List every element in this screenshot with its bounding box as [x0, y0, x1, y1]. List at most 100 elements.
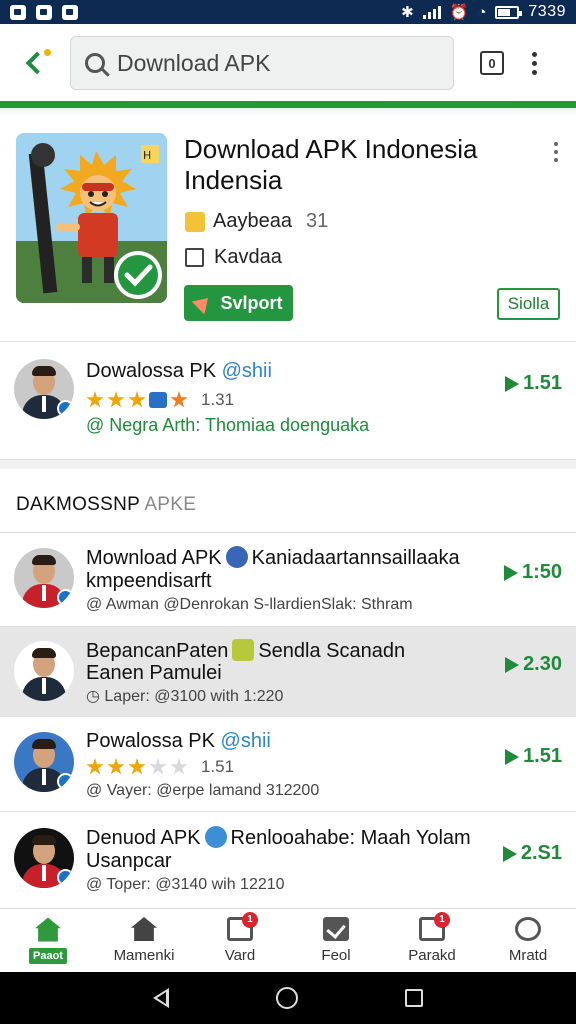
item-title-row: BepancanPaten Sendla Scanadn: [86, 639, 405, 663]
nav-label: Paaot: [29, 947, 67, 964]
item-subtitle: @ Toper: @3140 wih 12210: [86, 876, 285, 893]
featured-card[interactable]: H Download APK Indonesia Indensia Aaybea…: [0, 116, 576, 342]
nav-label: Vard: [224, 947, 256, 964]
nav-item-card[interactable]: 1 Vard: [192, 909, 288, 972]
support-button-label: Svlport: [220, 292, 283, 313]
nav-label: Parakd: [408, 947, 456, 964]
signal-icon: [422, 5, 441, 19]
item-subtitle: @ Negra Arth: Thomiaa doenguaka: [86, 415, 370, 435]
search-input[interactable]: [117, 49, 417, 77]
star-icon: [86, 391, 104, 408]
item-title-row: Denuod APK Renlooahabe: Maah Yolam: [86, 826, 471, 850]
notification-icon: [36, 4, 52, 20]
price-badge[interactable]: 2.30: [505, 653, 562, 676]
item-title-line2: Usanpcar: [86, 850, 172, 872]
featured-title[interactable]: Download APK Indonesia Indensia: [184, 134, 524, 196]
notification-badge: 1: [242, 912, 258, 928]
star-icon: [128, 758, 146, 775]
verified-icon: [57, 773, 74, 790]
status-time: 7339: [528, 3, 566, 20]
wifi-icon: ◔: [477, 3, 487, 21]
nav-item-market[interactable]: Mamenki: [96, 909, 192, 972]
recent-apps-icon[interactable]: [404, 989, 423, 1007]
home-icon: [131, 917, 157, 941]
item-title-line2: kmpeendisarft: [86, 570, 212, 592]
rating-value: 1.31: [201, 390, 235, 409]
price-badge[interactable]: 1:50: [503, 561, 562, 584]
avatar-icon: [225, 546, 248, 568]
price-value: 1.51: [523, 745, 562, 767]
section-title-main: DAKMOSSNP: [16, 494, 140, 515]
featured-checkbox-row[interactable]: Kavdaa: [185, 246, 282, 269]
card-icon: 1: [419, 912, 450, 941]
notification-icon: [10, 4, 26, 20]
secondary-button[interactable]: Siolla: [497, 288, 560, 320]
nav-item-search[interactable]: Mratd: [480, 909, 576, 972]
star-icon: [107, 391, 125, 408]
home-icon: [35, 917, 61, 942]
overflow-menu-button[interactable]: [532, 51, 537, 75]
avatar: [14, 641, 74, 701]
search-bar[interactable]: [70, 36, 454, 90]
list-item[interactable]: Mownload APK Kaniadaartannsaillaaka kmpee…: [0, 533, 576, 627]
item-title: Mownload APK: [86, 547, 222, 569]
clock-icon: ◷: [86, 688, 105, 705]
arrow-icon: [505, 748, 520, 765]
support-button[interactable]: Svlport: [184, 285, 293, 321]
avatar: [14, 548, 74, 608]
item-handle[interactable]: @shii: [222, 360, 272, 382]
featured-rating-row: Aaybeaa 31: [185, 210, 328, 233]
more-options-icon[interactable]: [554, 142, 558, 162]
item-title-extra: Sendla Scanadn: [258, 640, 406, 662]
verified-icon: [57, 869, 74, 886]
tabs-button[interactable]: 0: [480, 51, 504, 75]
checkbox[interactable]: [185, 248, 204, 267]
checkbox-label: Kavdaa: [214, 246, 282, 268]
star-icon: [149, 758, 167, 775]
item-title: Dowalossa PK: [86, 360, 217, 382]
svg-text:H: H: [143, 149, 151, 162]
item-subtitle: @ Awman @Denrokan S-llardienSlak: Sthram: [86, 596, 413, 613]
item-subtitle-row: ◷ Laper: @3100 with 1:220: [86, 686, 283, 706]
rating-badge-icon: [185, 211, 205, 232]
app-screen: ✱ ⏰ ◔ 7339 0 H: [0, 0, 576, 1024]
progress-bar: [0, 101, 576, 115]
back-icon[interactable]: [153, 988, 170, 1008]
item-handle[interactable]: @shii: [221, 730, 271, 752]
list-item[interactable]: Powalossa PK @shii 1.51 @ Vayer: @erpe l…: [0, 717, 576, 812]
list-item[interactable]: BepancanPaten Sendla Scanadn Eanen Pamule…: [0, 627, 576, 717]
price-value: 1.51: [523, 372, 562, 394]
price-badge[interactable]: 2.S1: [502, 842, 562, 865]
notification-icon: [62, 4, 78, 20]
top-app-bar: 0: [0, 24, 576, 102]
avatar: [14, 359, 74, 419]
price-value: 1:50: [521, 561, 562, 583]
back-button[interactable]: [14, 43, 54, 83]
price-badge[interactable]: 1.51: [505, 372, 562, 395]
check-icon: [323, 917, 349, 941]
item-title-row: Powalossa PK @shii: [86, 730, 271, 753]
nav-item-home[interactable]: Paaot: [0, 909, 96, 972]
nav-label: Mamenki: [113, 947, 175, 964]
list-item[interactable]: Denuod APK Renlooahabe: Maah Yolam Usanpc…: [0, 812, 576, 908]
search-icon: [85, 53, 105, 73]
alarm-icon: ⏰: [449, 4, 469, 21]
notification-dot: [44, 49, 51, 56]
list-item[interactable]: Dowalossa PK @shii 1.31 @ Negra Arth: Th…: [0, 342, 576, 460]
card-icon: 1: [227, 912, 258, 941]
rating-value: 1.51: [201, 757, 235, 776]
nav-item-feed[interactable]: Feol: [288, 909, 384, 972]
section-divider: [0, 459, 576, 469]
item-title: BepancanPaten: [86, 640, 229, 662]
pencil-icon: [232, 639, 255, 661]
item-title-row: Mownload APK Kaniadaartannsaillaaka: [86, 546, 460, 570]
featured-app-image[interactable]: H: [16, 133, 167, 303]
price-badge[interactable]: 1.51: [505, 745, 562, 768]
home-icon[interactable]: [275, 987, 298, 1009]
battery-icon: [495, 5, 523, 19]
nav-item-parked[interactable]: 1 Parakd: [384, 909, 480, 972]
bluetooth-icon: ✱: [401, 4, 414, 21]
send-icon: [192, 291, 215, 315]
item-title: Denuod APK: [86, 827, 201, 849]
arrow-icon: [502, 845, 517, 862]
